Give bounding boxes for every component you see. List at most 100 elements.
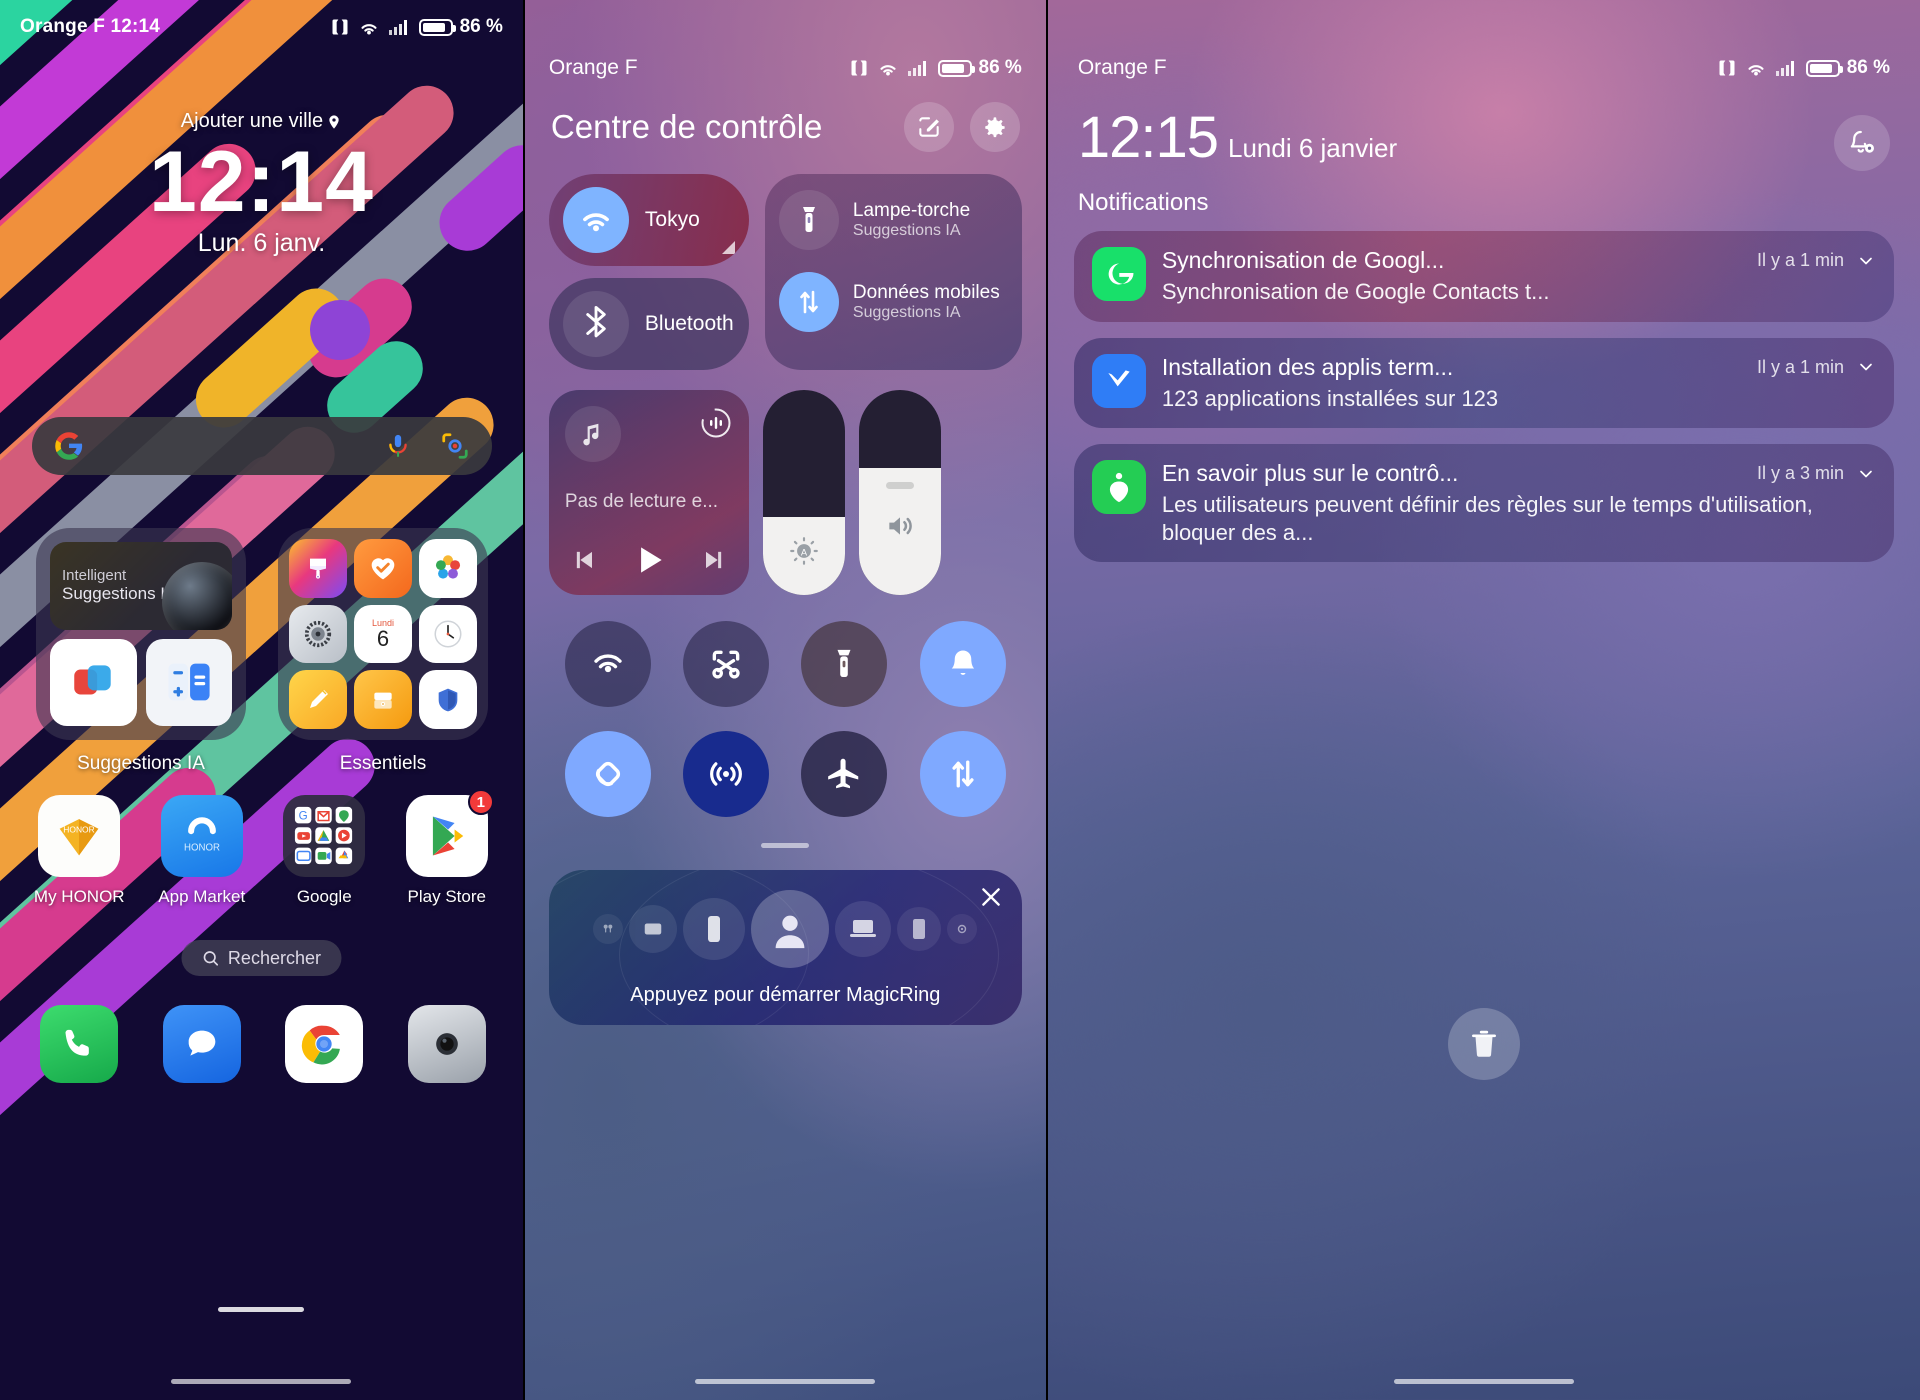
notification-time: Il y a 1 min <box>1756 250 1845 270</box>
calculator-icon[interactable] <box>145 638 232 726</box>
notification-text: Synchronisation de Google Contacts t... <box>1161 279 1550 304</box>
notification-item[interactable]: En savoir plus sur le contrô... Il y a 3… <box>1073 444 1895 562</box>
google-mic-icon[interactable] <box>384 432 412 460</box>
notification-item[interactable]: Synchronisation de Googl... Il y a 1 min… <box>1073 231 1895 322</box>
home-indicator <box>171 1379 352 1384</box>
add-city-label[interactable]: Ajouter une ville <box>181 110 342 133</box>
tv-icon[interactable] <box>629 905 678 953</box>
mobile-data-tile[interactable]: Données mobiles Suggestions IA <box>778 272 1008 332</box>
earbuds-icon[interactable] <box>593 914 624 944</box>
notification-title: En savoir plus sur le contrô... <box>1161 460 1459 486</box>
settings-icon[interactable] <box>289 604 347 664</box>
notification-list: Synchronisation de Googl... Il y a 1 min… <box>1048 217 1920 562</box>
media-player-card[interactable]: Pas de lecture e... <box>548 390 749 595</box>
airplane-mode-icon[interactable] <box>801 731 888 817</box>
notes-icon[interactable] <box>289 670 347 729</box>
search-chip[interactable]: Rechercher <box>181 940 341 976</box>
battery-percent: 86 % <box>1846 57 1891 78</box>
clear-all-button[interactable] <box>1447 1008 1520 1080</box>
app-app-market[interactable]: HONOR App Market <box>147 795 257 907</box>
edit-button[interactable] <box>903 102 954 152</box>
app-my-honor[interactable]: HONOR My HONOR <box>24 795 134 907</box>
intelligent-suggestions-card[interactable]: Intelligent Suggestions IA <box>50 542 232 630</box>
next-track-icon[interactable] <box>699 546 727 574</box>
app-row: HONOR My HONOR HONOR App Market G Google… <box>18 789 508 907</box>
phone-icon[interactable] <box>40 1005 119 1083</box>
user-avatar-icon[interactable] <box>751 890 830 968</box>
play-icon[interactable] <box>630 541 668 579</box>
settings-button[interactable] <box>969 102 1020 152</box>
health-icon[interactable] <box>354 539 412 598</box>
mobile-data-icon[interactable] <box>919 731 1006 817</box>
folder-essentiels[interactable]: Lundi 6 Essentiels <box>278 528 488 775</box>
clock-icon[interactable] <box>419 604 477 664</box>
hotspot-icon[interactable] <box>683 731 770 817</box>
watch-icon[interactable] <box>947 914 978 944</box>
expand-corner-icon[interactable] <box>721 241 735 254</box>
auto-rotate-icon[interactable] <box>565 731 652 817</box>
folder-suggestions-ia[interactable]: Intelligent Suggestions IA Suggestions I… <box>36 528 246 775</box>
chevron-down-icon[interactable] <box>1856 357 1876 377</box>
volume-slider[interactable] <box>858 390 941 595</box>
slider-knob[interactable] <box>885 481 914 489</box>
chrome-icon[interactable] <box>285 1005 364 1083</box>
app-label: App Market <box>158 887 246 906</box>
battery-percent: 86 % <box>459 16 503 37</box>
audio-cast-icon[interactable] <box>699 406 733 445</box>
flashlight-title: Lampe-torche <box>852 200 971 222</box>
bell-settings-icon <box>1850 130 1875 153</box>
tablet-icon[interactable] <box>897 907 942 951</box>
folder-row: Intelligent Suggestions IA Suggestions I… <box>36 528 488 775</box>
app-badge: 1 <box>467 789 494 815</box>
screen-cast-icon[interactable] <box>565 621 652 707</box>
magic-text-icon[interactable] <box>50 638 137 726</box>
volume-icon <box>889 517 912 536</box>
app-google-folder[interactable]: G Google <box>269 795 379 907</box>
flashlight-icon <box>778 190 839 250</box>
bluetooth-tile[interactable]: Bluetooth <box>548 278 749 370</box>
close-button[interactable] <box>978 884 1004 915</box>
flashlight-icon[interactable] <box>801 621 888 707</box>
wifi-network-name: Tokyo <box>644 208 700 231</box>
svg-text:A: A <box>801 548 808 558</box>
panel-grabber[interactable] <box>761 843 810 848</box>
gallery-icon[interactable] <box>419 539 477 598</box>
notification-settings-button[interactable] <box>1834 115 1891 171</box>
flashlight-tile[interactable]: Lampe-torche Suggestions IA <box>778 190 1008 250</box>
magicring-card[interactable]: Appuyez pour démarrer MagicRing <box>548 870 1022 1025</box>
messages-icon[interactable] <box>162 1005 241 1083</box>
wifi-tile[interactable]: Tokyo <box>548 174 749 266</box>
google-contacts-icon <box>1091 247 1146 301</box>
app-play-store[interactable]: 1 Play Store <box>392 789 502 907</box>
security-icon[interactable] <box>419 670 477 729</box>
svg-text:HONOR: HONOR <box>184 843 220 854</box>
notification-time: Il y a 3 min <box>1756 463 1845 483</box>
files-icon[interactable] <box>354 670 412 729</box>
google-search-bar[interactable] <box>32 417 492 475</box>
quick-tiles-top: Tokyo Bluetooth Lampe-torche Suggestions… <box>525 152 1046 370</box>
pencil-square-icon <box>919 117 939 137</box>
calendar-icon[interactable]: Lundi 6 <box>354 604 412 664</box>
chevron-down-icon[interactable] <box>1856 251 1876 271</box>
camera-icon[interactable] <box>407 1005 486 1083</box>
google-lens-icon[interactable] <box>440 431 470 461</box>
control-center-panel: Orange F 86 % Centre de contrôle Tokyo B… <box>524 0 1046 1400</box>
notification-item[interactable]: Installation des applis term... Il y a 1… <box>1073 337 1895 428</box>
cleaner-icon[interactable] <box>289 539 347 598</box>
brightness-slider[interactable]: A <box>762 390 845 595</box>
chevron-down-icon[interactable] <box>1856 464 1876 484</box>
carrier-label: Orange F <box>548 56 638 79</box>
screenshot-icon[interactable] <box>683 621 770 707</box>
notification-text: Les utilisateurs peuvent définir des règ… <box>1161 492 1813 545</box>
phone-icon[interactable] <box>683 898 746 960</box>
signal-icon <box>907 61 926 76</box>
laptop-icon[interactable] <box>835 901 892 957</box>
carrier-label: Orange F <box>1077 56 1167 79</box>
notification-title: Synchronisation de Googl... <box>1161 247 1445 273</box>
nfc-icon <box>332 19 348 35</box>
clock-widget[interactable]: Ajouter une ville 12:14 Lun. 6 janv. <box>0 110 523 258</box>
ring-sound-icon[interactable] <box>919 621 1006 707</box>
bluetooth-label: Bluetooth <box>644 312 734 335</box>
previous-track-icon[interactable] <box>571 546 599 574</box>
shade-clock: 12:15 <box>1077 105 1219 170</box>
